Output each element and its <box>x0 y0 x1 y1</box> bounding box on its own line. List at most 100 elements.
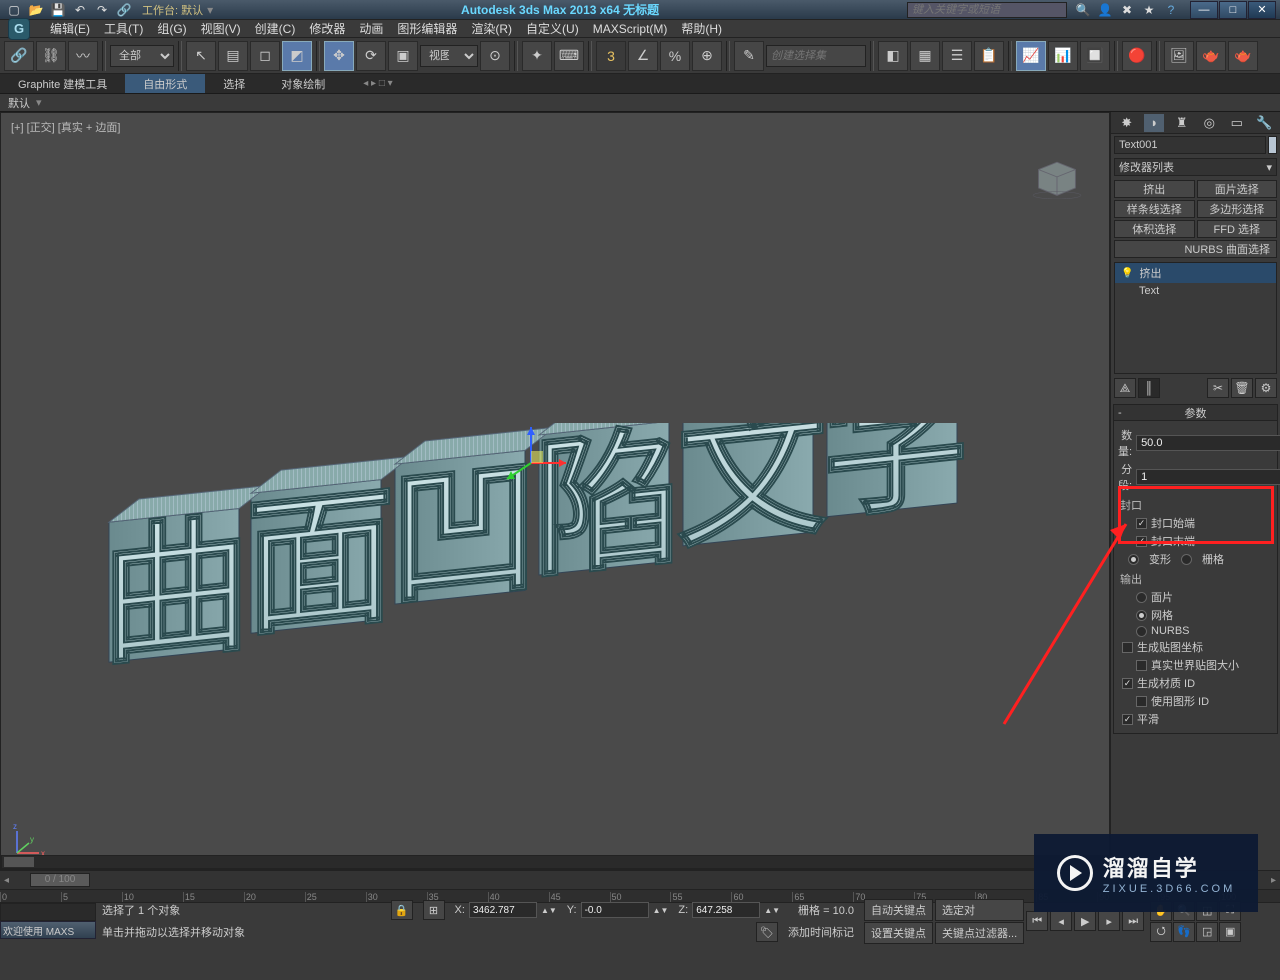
gen-matid-checkbox[interactable] <box>1122 678 1133 689</box>
extrude-sel-btn[interactable]: 挤出 <box>1114 180 1195 198</box>
spinner-snap-icon[interactable]: ⊕ <box>692 41 722 71</box>
goto-start-icon[interactable]: ⏮ <box>1026 911 1048 931</box>
bind-space-icon[interactable]: 〰 <box>68 41 98 71</box>
nav-orbit-icon[interactable]: ⭯ <box>1150 922 1172 942</box>
rotate-tool-icon[interactable]: ⟳ <box>356 41 386 71</box>
app-logo[interactable]: G <box>8 18 30 40</box>
segments-input[interactable] <box>1136 469 1280 485</box>
menu-render[interactable]: 渲染(R) <box>471 20 512 37</box>
window-crossing-icon[interactable]: ◩ <box>282 41 312 71</box>
manipulate-icon[interactable]: ✦ <box>522 41 552 71</box>
pin-stack-icon[interactable]: ⟁ <box>1114 378 1136 398</box>
angle-snap-icon[interactable]: ∠ <box>628 41 658 71</box>
extruded-text[interactable]: 曲面凹 陷文字 <box>101 423 991 693</box>
nurbs-sel-btn[interactable]: NURBS 曲面选择 <box>1114 240 1277 258</box>
smooth-checkbox[interactable] <box>1122 714 1133 725</box>
favorite-icon[interactable]: ★ <box>1139 2 1159 18</box>
vol-sel-btn[interactable]: 体积选择 <box>1114 220 1195 238</box>
bulb-icon[interactable]: 💡 <box>1121 268 1133 279</box>
rollout-header[interactable]: 参数 <box>1114 405 1277 421</box>
dope-sheet-icon[interactable]: 📊 <box>1048 41 1078 71</box>
minimize-button[interactable]: — <box>1190 1 1218 19</box>
move-tool-icon[interactable]: ✥ <box>324 41 354 71</box>
grid-radio[interactable] <box>1181 554 1192 565</box>
infocenter-icon[interactable]: 🔍 <box>1073 2 1093 18</box>
configure-icon[interactable]: ⚙ <box>1255 378 1277 398</box>
motion-tab-icon[interactable]: ◎ <box>1199 114 1219 132</box>
edit-named-sel-icon[interactable]: ✎ <box>734 41 764 71</box>
undo-icon[interactable]: ↶ <box>70 2 90 18</box>
viewport-label[interactable]: [+] [正交] [真实 + 边面] <box>11 119 120 135</box>
nav-zoomall-icon[interactable]: ▣ <box>1219 922 1241 942</box>
unlink-tool-icon[interactable]: ⛓ <box>36 41 66 71</box>
search-input[interactable] <box>907 2 1067 18</box>
scale-tool-icon[interactable]: ▣ <box>388 41 418 71</box>
coord-x-input[interactable] <box>469 902 537 918</box>
menu-anim[interactable]: 动画 <box>359 20 383 37</box>
gen-map-checkbox[interactable] <box>1122 642 1133 653</box>
close-button[interactable]: ✕ <box>1248 1 1276 19</box>
save-icon[interactable]: 💾 <box>48 2 68 18</box>
render-icon[interactable]: 🫖 <box>1228 41 1258 71</box>
menu-custom[interactable]: 自定义(U) <box>526 20 579 37</box>
mirror-icon[interactable]: ◧ <box>878 41 908 71</box>
open-icon[interactable]: 📂 <box>26 2 46 18</box>
prev-frame-icon[interactable]: ◂ <box>1050 911 1072 931</box>
iso-icon[interactable]: ⊞ <box>423 900 445 920</box>
menu-group[interactable]: 组(G) <box>157 20 186 37</box>
play-icon[interactable]: ▶ <box>1074 911 1096 931</box>
create-tab-icon[interactable]: ✸ <box>1117 114 1137 132</box>
percent-snap-icon[interactable]: % <box>660 41 690 71</box>
nav-max-icon[interactable]: ◲ <box>1196 922 1218 942</box>
make-unique-icon[interactable]: ✂ <box>1207 378 1229 398</box>
coord-y-input[interactable] <box>581 902 649 918</box>
layers-icon[interactable]: ☰ <box>942 41 972 71</box>
ribbon-tab-graphite[interactable]: Graphite 建模工具 <box>0 74 125 93</box>
hierarchy-tab-icon[interactable]: ♜ <box>1172 114 1192 132</box>
cap-end-checkbox[interactable] <box>1136 536 1147 547</box>
time-tag-icon[interactable]: 🏷 <box>756 922 778 942</box>
set-key-button[interactable]: 设置关键点 <box>864 922 933 944</box>
nav-walk-icon[interactable]: 👣 <box>1173 922 1195 942</box>
menu-view[interactable]: 视图(V) <box>201 20 241 37</box>
curve-editor-icon[interactable]: 📈 <box>1016 41 1046 71</box>
stack-item-extrude[interactable]: 💡挤出 <box>1115 263 1276 283</box>
align-icon[interactable]: ▦ <box>910 41 940 71</box>
pivot-icon[interactable]: ⊙ <box>480 41 510 71</box>
mini-listener[interactable] <box>0 903 96 921</box>
named-selection-input[interactable] <box>766 45 866 67</box>
exchange-icon[interactable]: ✖ <box>1117 2 1137 18</box>
poly-sel-btn[interactable]: 多边形选择 <box>1197 200 1278 218</box>
patch-sel-btn[interactable]: 面片选择 <box>1197 180 1278 198</box>
modify-tab-icon[interactable]: ◗ <box>1144 114 1164 132</box>
remove-mod-icon[interactable]: 🗑 <box>1231 378 1253 398</box>
ref-coord[interactable]: 视图 <box>420 45 478 67</box>
ribbon-tab-freeform[interactable]: 自由形式 <box>125 74 205 93</box>
menu-help[interactable]: 帮助(H) <box>681 20 722 37</box>
utilities-tab-icon[interactable]: 🔧 <box>1254 114 1274 132</box>
menu-create[interactable]: 创建(C) <box>255 20 296 37</box>
help-icon[interactable]: ? <box>1161 2 1181 18</box>
ffd-sel-btn[interactable]: FFD 选择 <box>1197 220 1278 238</box>
scene-explorer-icon[interactable]: 📋 <box>974 41 1004 71</box>
out-mesh-radio[interactable] <box>1136 610 1147 621</box>
stack-item-text[interactable]: Text <box>1115 283 1276 299</box>
material-editor-icon[interactable]: 🔴 <box>1122 41 1152 71</box>
select-region-icon[interactable]: ◻ <box>250 41 280 71</box>
workspace-label[interactable]: 工作台: 默认 <box>142 2 203 18</box>
menu-modifier[interactable]: 修改器 <box>309 20 345 37</box>
selected-obj-button[interactable]: 选定对 <box>935 899 1024 921</box>
menu-tools[interactable]: 工具(T) <box>104 20 143 37</box>
keyboard-shortcut-icon[interactable]: ⌨ <box>554 41 584 71</box>
menu-graph[interactable]: 图形编辑器 <box>397 20 457 37</box>
menu-edit[interactable]: 编辑(E) <box>50 20 90 37</box>
morph-radio[interactable] <box>1128 554 1139 565</box>
time-slider[interactable]: 0 / 100 <box>30 873 90 887</box>
new-icon[interactable]: ▢ <box>4 2 24 18</box>
link-tool-icon[interactable]: 🔗 <box>4 41 34 71</box>
goto-end-icon[interactable]: ⏭ <box>1122 911 1144 931</box>
amount-input[interactable] <box>1136 435 1280 451</box>
signin-icon[interactable]: 👤 <box>1095 2 1115 18</box>
show-end-icon[interactable]: ║ <box>1138 378 1160 398</box>
link-icon[interactable]: 🔗 <box>114 2 134 18</box>
